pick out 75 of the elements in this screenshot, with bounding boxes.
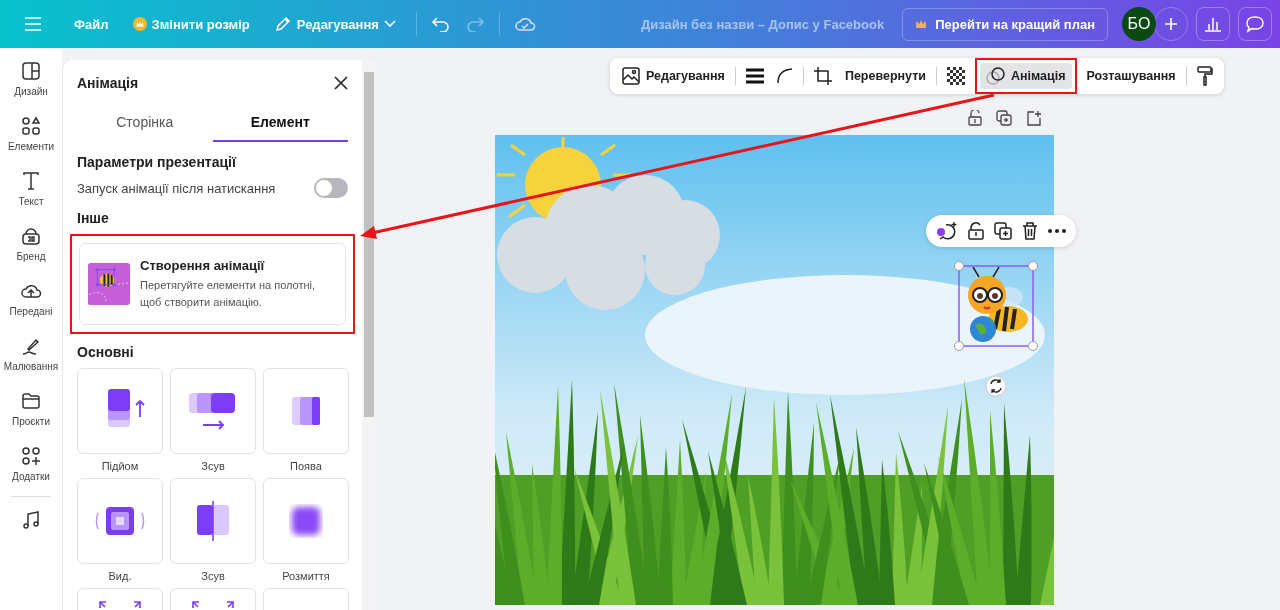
projects-icon xyxy=(20,390,42,412)
avatar[interactable]: БО xyxy=(1122,7,1156,41)
more-icon[interactable] xyxy=(1048,229,1066,233)
lines-icon xyxy=(745,68,764,84)
sidebar-item[interactable]: Бренд xyxy=(16,225,46,262)
text-icon xyxy=(20,170,42,192)
effect-label: Розмиття xyxy=(282,570,330,582)
toggle-label: Запуск анімації після натискання xyxy=(77,180,276,196)
corner-curve-icon xyxy=(776,68,793,84)
effect-tile[interactable] xyxy=(263,368,349,454)
apps-icon xyxy=(20,445,42,467)
card-description: Перетягуйте елементи на полотні, щоб створити анімацію. xyxy=(140,278,317,310)
toolbar-button[interactable]: Розташування xyxy=(1083,66,1179,86)
magic-animate-icon[interactable] xyxy=(936,221,958,241)
effect-label: Підйом xyxy=(101,460,139,472)
toggle-switch[interactable] xyxy=(314,178,348,198)
design-icon xyxy=(20,60,42,82)
selection-frame[interactable] xyxy=(954,261,1038,351)
plus-icon xyxy=(1164,17,1178,31)
insights-button[interactable] xyxy=(1196,7,1230,41)
speech-bubble-icon xyxy=(1245,15,1265,33)
sidebar-item[interactable]: Дизайн xyxy=(14,60,48,97)
sidebar-item[interactable]: Проєкти xyxy=(11,390,51,427)
effect-label: Поява xyxy=(290,460,322,472)
panel-title: Анімація xyxy=(77,75,139,91)
effect-tile[interactable] xyxy=(170,368,256,454)
paint-roller-icon xyxy=(1196,66,1213,86)
close-icon[interactable] xyxy=(334,76,348,90)
panel-tab[interactable]: Елемент xyxy=(212,106,348,142)
transparency-button[interactable] xyxy=(944,64,968,88)
panel-tab[interactable]: Сторінка xyxy=(77,106,213,142)
section-heading: Основні xyxy=(77,344,135,360)
crown-icon xyxy=(915,19,928,29)
effect-tile[interactable] xyxy=(170,478,256,564)
effect-label: Вид. xyxy=(108,570,132,582)
pencil-icon xyxy=(273,15,292,33)
sidebar-item[interactable]: Малювання xyxy=(3,335,59,372)
toolbar-button[interactable]: Перевернути xyxy=(841,66,929,86)
section-heading: Параметри презентації xyxy=(77,154,238,170)
trash-icon[interactable] xyxy=(1022,222,1038,240)
effect-tile[interactable] xyxy=(77,368,163,454)
sidebar-item[interactable] xyxy=(20,509,42,531)
cloud-check-icon[interactable] xyxy=(513,15,536,33)
create-animation-card[interactable]: Створення анімації Перетягуйте елементи на полотні, щоб створити анімацію. xyxy=(79,243,346,325)
brand-icon xyxy=(20,225,42,247)
sidebar-item[interactable]: Передані xyxy=(9,280,53,317)
upgrade-button[interactable]: Перейти на кращий план xyxy=(902,7,1108,41)
bar-chart-icon xyxy=(1204,16,1222,32)
effect-tile[interactable] xyxy=(263,478,349,564)
lock-icon[interactable] xyxy=(968,110,982,126)
edit-image-button[interactable]: Редагування xyxy=(618,63,728,89)
rotate-icon[interactable] xyxy=(985,375,1007,397)
image-icon xyxy=(621,66,641,86)
effect-label: Зсув xyxy=(201,460,225,472)
undo-icon[interactable] xyxy=(430,16,451,32)
crop-icon xyxy=(813,67,832,85)
checkerboard-icon xyxy=(947,67,965,85)
section-heading: Інше xyxy=(77,210,110,226)
sidebar-item[interactable]: Текст xyxy=(18,170,44,207)
elements-icon xyxy=(20,115,42,137)
music-icon xyxy=(20,509,42,531)
comment-button[interactable] xyxy=(1238,7,1272,41)
effect-label: Зсув xyxy=(201,570,225,582)
animate-button[interactable]: Анімація xyxy=(980,63,1072,89)
effect-tile[interactable] xyxy=(77,478,163,564)
duplicate-icon[interactable] xyxy=(994,222,1012,240)
add-page-icon[interactable] xyxy=(1026,110,1042,126)
lock-icon[interactable] xyxy=(968,222,984,240)
duplicate-icon[interactable] xyxy=(996,110,1012,126)
sidebar-item[interactable]: Додатки xyxy=(12,445,50,482)
card-title: Створення анімації xyxy=(140,258,266,273)
crown-icon xyxy=(132,17,147,31)
sidebar-item[interactable]: Елементи xyxy=(7,115,55,152)
chevron-icon xyxy=(383,20,396,28)
overlapping-circles-icon xyxy=(986,67,1006,85)
